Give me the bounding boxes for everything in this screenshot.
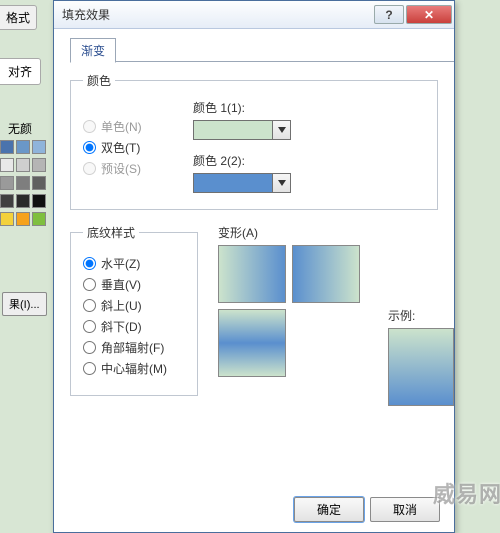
radio-pattern-2[interactable]: 斜上(U) <box>83 297 185 314</box>
radio-single-color[interactable]: 单色(N) <box>83 118 193 135</box>
fill-effects-dialog: 填充效果 ? ✕ 渐变 颜色 单色(N) 双色(T) 预设(S) 颜色 1(1)… <box>53 0 455 533</box>
fill-effects-button-fragment[interactable]: 果(I)... <box>2 292 47 316</box>
dialog-title: 填充效果 <box>62 6 374 23</box>
label-variant: 变形(A) <box>218 224 368 241</box>
parent-title-fragment: 格式 <box>0 5 37 30</box>
radio-pattern-5[interactable]: 中心辐射(M) <box>83 360 185 377</box>
titlebar: 填充效果 ? ✕ <box>54 1 454 29</box>
color1-swatch <box>194 121 272 139</box>
label-sample: 示例: <box>388 307 454 324</box>
color-swatch[interactable] <box>0 194 14 208</box>
color-swatch[interactable] <box>0 140 14 154</box>
color-swatch[interactable] <box>0 158 14 172</box>
radio-pattern-3[interactable]: 斜下(D) <box>83 318 185 335</box>
color2-swatch <box>194 174 272 192</box>
cancel-button[interactable]: 取消 <box>370 497 440 522</box>
color-swatch[interactable] <box>16 140 30 154</box>
variant-3[interactable] <box>218 309 286 377</box>
help-button[interactable]: ? <box>374 5 404 24</box>
group-color: 颜色 单色(N) 双色(T) 预设(S) 颜色 1(1): 颜色 2(2): <box>70 72 438 210</box>
variant-grid <box>218 245 368 377</box>
help-icon: ? <box>385 8 392 22</box>
label-color2: 颜色 2(2): <box>193 152 291 169</box>
color-swatch[interactable] <box>32 212 46 226</box>
color-swatch[interactable] <box>16 194 30 208</box>
color-swatch[interactable] <box>16 212 30 226</box>
color-swatch[interactable] <box>32 194 46 208</box>
color-swatch[interactable] <box>32 158 46 172</box>
radio-pattern-4[interactable]: 角部辐射(F) <box>83 339 185 356</box>
color-swatch[interactable] <box>0 176 14 190</box>
color-swatch[interactable] <box>0 212 14 226</box>
ok-button[interactable]: 确定 <box>294 497 364 522</box>
tabstrip: 渐变 <box>54 29 454 62</box>
radio-pattern-1[interactable]: 垂直(V) <box>83 276 185 293</box>
radio-preset[interactable]: 预设(S) <box>83 160 193 177</box>
sample-preview <box>388 328 454 406</box>
color-swatch[interactable] <box>16 176 30 190</box>
color-swatch[interactable] <box>32 140 46 154</box>
color2-picker[interactable] <box>193 173 291 193</box>
chevron-down-icon <box>272 174 290 192</box>
color1-picker[interactable] <box>193 120 291 140</box>
radio-two-color[interactable]: 双色(T) <box>83 139 193 156</box>
group-pattern-legend: 底纹样式 <box>83 224 139 241</box>
tab-gradient[interactable]: 渐变 <box>70 38 116 63</box>
group-pattern: 底纹样式 水平(Z) 垂直(V) 斜上(U) 斜下(D) 角部辐射(F) 中心辐射(M) <box>70 224 198 396</box>
chevron-down-icon <box>272 121 290 139</box>
label-color1: 颜色 1(1): <box>193 99 291 116</box>
radio-pattern-0[interactable]: 水平(Z) <box>83 255 185 272</box>
close-button[interactable]: ✕ <box>406 5 452 24</box>
no-color-label: 无颜 <box>8 120 32 137</box>
variant-2[interactable] <box>292 245 360 303</box>
parent-tab-align[interactable]: 对齐 <box>0 58 41 85</box>
group-color-legend: 颜色 <box>83 72 115 89</box>
color-swatch[interactable] <box>32 176 46 190</box>
variant-1[interactable] <box>218 245 286 303</box>
color-swatch[interactable] <box>16 158 30 172</box>
close-icon: ✕ <box>424 8 434 22</box>
